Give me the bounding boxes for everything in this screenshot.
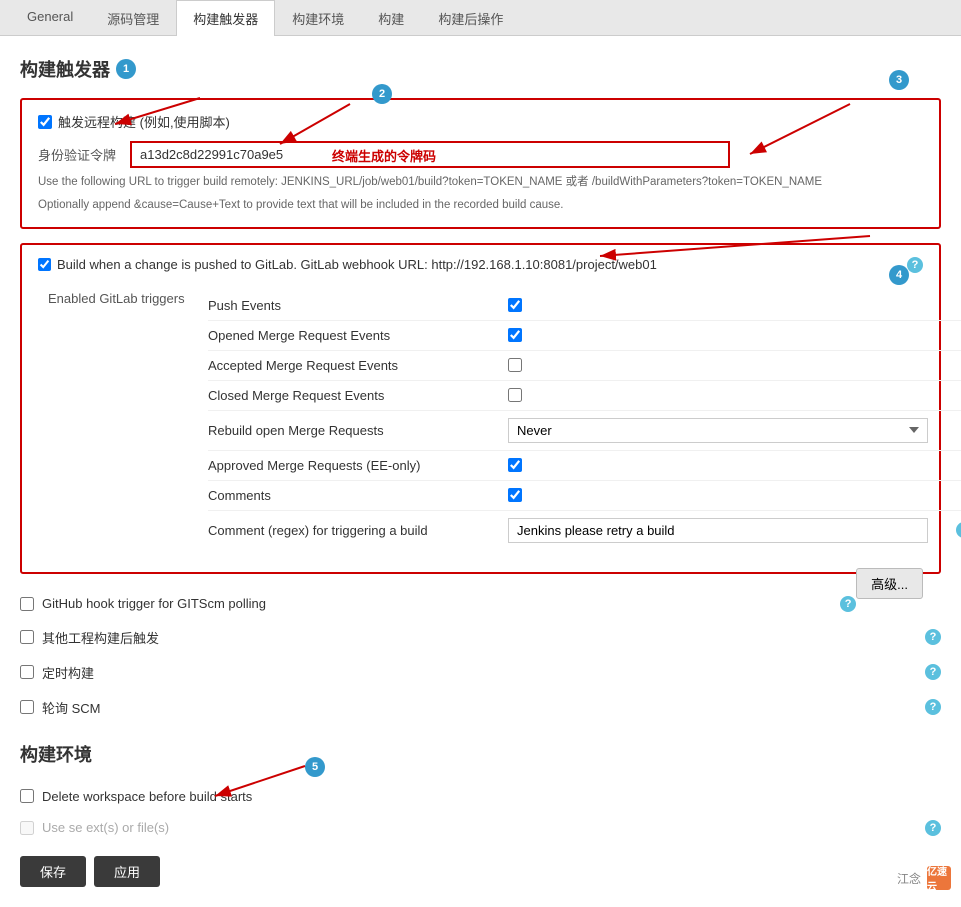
- timed-build-label: 定时构建: [42, 663, 94, 682]
- trigger-control-comment-regex: [508, 518, 928, 543]
- help-text-2: Optionally append &cause=Cause+Text to p…: [38, 197, 923, 214]
- section1-title-text: 构建触发器: [20, 56, 110, 82]
- page-content: 构建触发器 1 触发远程构建 (例如,使用脚本) 身份验证令牌 终端生成的令牌码…: [0, 36, 961, 907]
- trigger-control-closed: [508, 388, 522, 402]
- trigger-row-opened: Opened Merge Request Events: [208, 321, 961, 351]
- trigger-control-comments: [508, 488, 522, 502]
- delete-workspace-row: Delete workspace before build starts: [20, 781, 941, 812]
- github-trigger-checkbox[interactable]: [20, 597, 34, 611]
- trigger-row-accepted: Accepted Merge Request Events: [208, 351, 961, 381]
- annotation-4: 4: [889, 265, 909, 285]
- poll-scm-label: 轮询 SCM: [42, 698, 101, 717]
- github-trigger-help[interactable]: ?: [840, 596, 856, 612]
- comment-regex-help-icon[interactable]: ?: [956, 522, 961, 538]
- use-secret-checkbox[interactable]: [20, 821, 34, 835]
- token-label: 身份验证令牌: [38, 145, 118, 164]
- tab-trigger[interactable]: 构建触发器: [176, 0, 275, 36]
- poll-scm-help[interactable]: ?: [925, 699, 941, 715]
- remote-build-checkbox[interactable]: [38, 115, 52, 129]
- delete-workspace-checkbox[interactable]: [20, 789, 34, 803]
- tab-post[interactable]: 构建后操作: [421, 0, 520, 36]
- timed-build-checkbox[interactable]: [20, 665, 34, 679]
- trigger-row-comments: Comments: [208, 481, 961, 511]
- tab-build[interactable]: 构建: [361, 0, 421, 36]
- save-button[interactable]: 保存: [20, 856, 86, 887]
- trigger-row-comment-regex: Comment (regex) for triggering a build ?: [208, 511, 961, 550]
- watermark-logo: 亿速云: [927, 866, 951, 890]
- trigger-label-rebuild: Rebuild open Merge Requests: [208, 423, 488, 438]
- timed-build-row: 定时构建 ?: [20, 655, 941, 690]
- annotation-5: 5: [305, 757, 325, 777]
- trigger-control-rebuild[interactable]: Never On push to source branch On push t…: [508, 418, 928, 443]
- gitlab-block: Build when a change is pushed to GitLab.…: [20, 243, 941, 574]
- github-trigger-label: GitHub hook trigger for GITScm polling: [42, 596, 266, 611]
- gitlab-help-icon[interactable]: ?: [907, 257, 923, 273]
- trigger-label-approved: Approved Merge Requests (EE-only): [208, 458, 488, 473]
- help-text-1: Use the following URL to trigger build r…: [38, 174, 923, 191]
- token-input[interactable]: [130, 141, 730, 168]
- trigger-row-closed: Closed Merge Request Events: [208, 381, 961, 411]
- tab-env[interactable]: 构建环境: [275, 0, 361, 36]
- triggers-table: Enabled GitLab triggers Push Events Open…: [48, 285, 923, 556]
- rebuild-select[interactable]: Never On push to source branch On push t…: [508, 418, 928, 443]
- watermark-brand: 亿速云: [927, 863, 951, 893]
- triggers-list: Push Events Opened Merge Request Events: [208, 291, 961, 550]
- trigger-checkbox-approved[interactable]: [508, 458, 522, 472]
- trigger-row-approved: Approved Merge Requests (EE-only): [208, 451, 961, 481]
- section1-title: 构建触发器 1: [20, 56, 941, 82]
- advanced-button[interactable]: 高级...: [856, 568, 923, 599]
- other-build-checkbox[interactable]: [20, 630, 34, 644]
- trigger-label-accepted: Accepted Merge Request Events: [208, 358, 488, 373]
- trigger-checkbox-opened[interactable]: [508, 328, 522, 342]
- gitlab-checkbox[interactable]: [38, 258, 51, 271]
- gitlab-label: Build when a change is pushed to GitLab.…: [57, 257, 657, 272]
- trigger-label-comment-regex: Comment (regex) for triggering a build: [208, 523, 488, 538]
- remote-build-label: 触发远程构建 (例如,使用脚本): [58, 112, 230, 131]
- trigger-row-push: Push Events: [208, 291, 961, 321]
- annotation-3: 3: [889, 70, 909, 90]
- trigger-control-opened: [508, 328, 522, 342]
- trigger-checkbox-accepted[interactable]: [508, 358, 522, 372]
- bottom-actions: 保存 应用: [20, 856, 941, 887]
- annotation-1: 1: [116, 59, 136, 79]
- token-field-row: 身份验证令牌 终端生成的令牌码 3: [38, 141, 923, 168]
- comment-regex-input[interactable]: [508, 518, 928, 543]
- other-build-row: 其他工程构建后触发 ?: [20, 620, 941, 655]
- github-trigger-row: GitHub hook trigger for GITScm polling ?: [20, 588, 856, 620]
- annotation-2: 2: [372, 84, 392, 104]
- tab-source[interactable]: 源码管理: [90, 0, 176, 36]
- watermark: 江念 亿速云: [897, 866, 951, 890]
- section2-title-text: 构建环境: [20, 745, 92, 765]
- use-secret-help[interactable]: ?: [925, 820, 941, 836]
- trigger-control-approved: [508, 458, 522, 472]
- trigger-label-closed: Closed Merge Request Events: [208, 388, 488, 403]
- watermark-text: 江念: [897, 870, 921, 887]
- enabled-triggers-label: Enabled GitLab triggers: [48, 291, 188, 306]
- trigger-row-rebuild: Rebuild open Merge Requests Never On pus…: [208, 411, 961, 451]
- trigger-checkbox-closed[interactable]: [508, 388, 522, 402]
- apply-button[interactable]: 应用: [94, 856, 160, 887]
- use-secret-row: Use se ext(s) or file(s) ?: [20, 812, 941, 844]
- delete-workspace-label: Delete workspace before build starts: [42, 789, 252, 804]
- tab-general[interactable]: General: [10, 0, 90, 36]
- trigger-checkbox-comments[interactable]: [508, 488, 522, 502]
- trigger-label-opened: Opened Merge Request Events: [208, 328, 488, 343]
- timed-build-help[interactable]: ?: [925, 664, 941, 680]
- use-secret-label: Use se ext(s) or file(s): [42, 820, 169, 835]
- trigger-control-accepted: [508, 358, 522, 372]
- trigger-label-push: Push Events: [208, 298, 488, 313]
- other-build-help[interactable]: ?: [925, 629, 941, 645]
- gitlab-header: Build when a change is pushed to GitLab.…: [38, 257, 923, 273]
- other-build-label: 其他工程构建后触发: [42, 628, 159, 647]
- trigger-label-comments: Comments: [208, 488, 488, 503]
- trigger-checkbox-push[interactable]: [508, 298, 522, 312]
- trigger-control-push: [508, 298, 522, 312]
- remote-build-block: 触发远程构建 (例如,使用脚本) 身份验证令牌 终端生成的令牌码 3 Use t…: [20, 98, 941, 229]
- remote-build-row: 触发远程构建 (例如,使用脚本): [38, 112, 923, 131]
- tabs-bar: General 源码管理 构建触发器 构建环境 构建 构建后操作: [0, 0, 961, 36]
- poll-scm-checkbox[interactable]: [20, 700, 34, 714]
- poll-scm-row: 轮询 SCM ?: [20, 690, 941, 725]
- section2-title: 构建环境: [20, 741, 941, 767]
